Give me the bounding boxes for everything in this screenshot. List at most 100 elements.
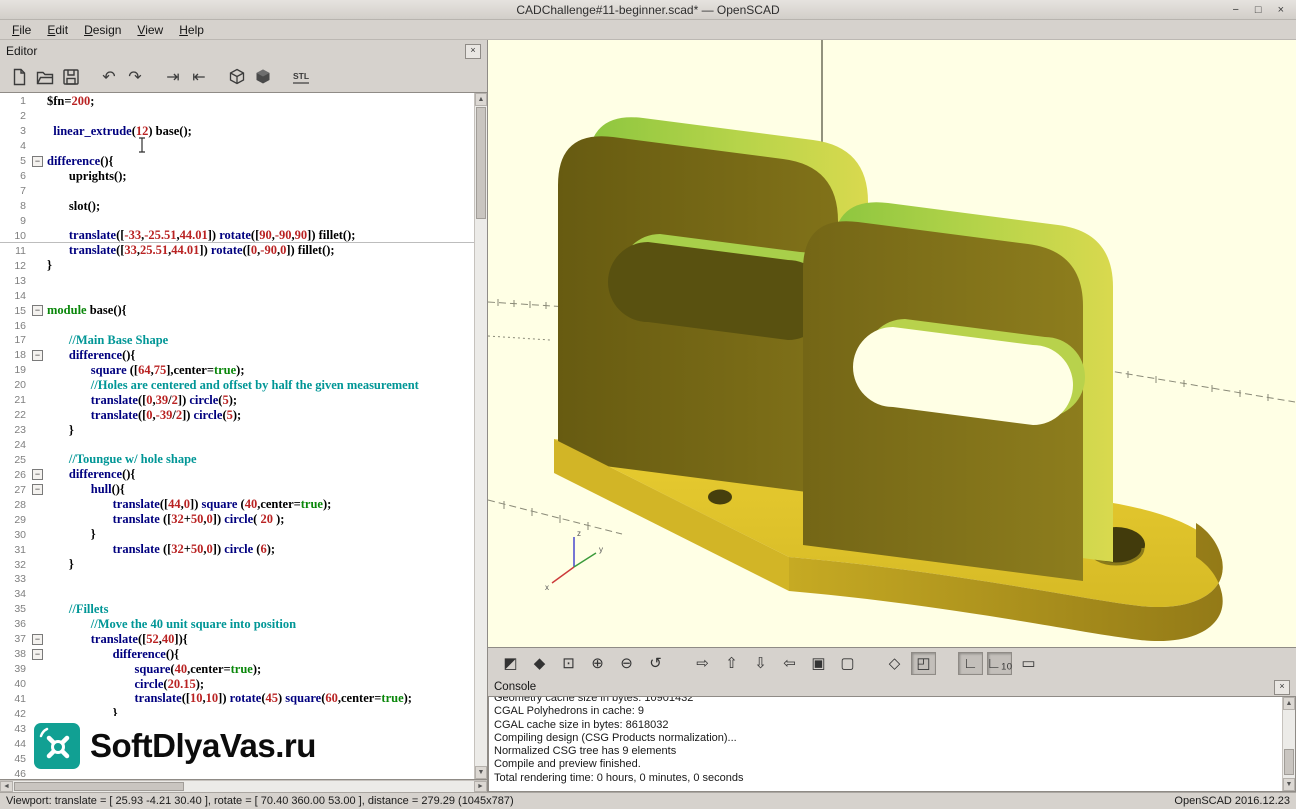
preview-button[interactable]: ◩ [498, 652, 523, 675]
console-lines: Geometry cache size in bytes: 10901432CG… [494, 696, 1279, 785]
open-folder-icon [35, 67, 55, 87]
code-line: 21 translate([0,39/2]) circle(5); [0, 393, 474, 408]
console-scroll-thumb[interactable] [1284, 749, 1294, 775]
line-number: 6 [0, 170, 30, 182]
code-text: } [45, 557, 74, 572]
console-scroll-up-icon[interactable]: ▲ [1283, 697, 1295, 710]
scroll-up-arrow-icon[interactable]: ▲ [475, 93, 487, 106]
code-text: translate([-33,-25.51,44.01]) rotate([90… [45, 228, 355, 243]
line-number: 35 [0, 603, 30, 615]
new-file-button[interactable] [6, 64, 32, 90]
fold-marker[interactable]: − [32, 156, 43, 167]
fold-marker[interactable]: − [32, 649, 43, 660]
menu-edit[interactable]: Edit [39, 22, 76, 38]
code-text: square ([64,75],center=true); [45, 363, 244, 378]
maximize-button[interactable]: □ [1255, 1, 1262, 19]
view-diagonal-button[interactable]: ◇ [882, 652, 907, 675]
menu-design[interactable]: Design [76, 22, 129, 38]
fold-marker[interactable]: − [32, 350, 43, 361]
view-all-button[interactable]: ⊡ [556, 652, 581, 675]
menu-file[interactable]: File [4, 22, 39, 38]
line-number: 23 [0, 424, 30, 436]
code-line: 12} [0, 258, 474, 273]
line-number: 17 [0, 334, 30, 346]
console-scroll-down-icon[interactable]: ▼ [1283, 778, 1295, 791]
show-axes-button[interactable]: ∟ [958, 652, 983, 675]
save-icon [61, 67, 81, 87]
code-line: 16 [0, 318, 474, 333]
code-text: //Holes are centered and offset by half … [45, 378, 419, 393]
code-text: difference(){ [45, 348, 135, 363]
code-line: 22 translate([0,-39/2]) circle(5); [0, 408, 474, 423]
console-line: CGAL cache size in bytes: 8618032 [494, 719, 1279, 732]
scroll-down-arrow-icon[interactable]: ▼ [475, 766, 487, 779]
view-front-button[interactable]: ▣ [806, 652, 831, 675]
code-text: module base(){ [45, 303, 127, 318]
console-close-button[interactable]: × [1274, 680, 1290, 695]
undo-button[interactable]: ↶ [96, 64, 122, 90]
editor-horizontal-scrollbar[interactable]: ◄ ► [0, 780, 487, 792]
scroll-left-arrow-icon[interactable]: ◄ [0, 781, 13, 792]
render-button[interactable] [250, 64, 276, 90]
svg-text:STL: STL [293, 71, 309, 81]
console-scrollbar[interactable]: ▲ ▼ [1282, 697, 1295, 791]
export-stl-button[interactable]: STL [288, 64, 314, 90]
console-title: Console [494, 681, 536, 693]
view-back-button[interactable]: ▢ [835, 652, 860, 675]
save-file-button[interactable] [58, 64, 84, 90]
measure-button[interactable]: ▭ [1016, 652, 1041, 675]
code-text: translate([10,10]) rotate(45) square(60,… [45, 691, 412, 706]
reset-view-button[interactable]: ↺ [643, 652, 668, 675]
scroll-right-arrow-icon[interactable]: ► [474, 781, 487, 792]
model-right-wall [803, 202, 1113, 581]
line-number: 19 [0, 364, 30, 376]
render-button[interactable]: ◆ [527, 652, 552, 675]
menu-view[interactable]: View [129, 22, 171, 38]
indent-button[interactable]: ⇥ [160, 64, 186, 90]
fold-marker[interactable]: − [32, 469, 43, 480]
line-number: 12 [0, 260, 30, 272]
model-base-hole [708, 490, 732, 505]
editor-close-button[interactable]: × [465, 44, 481, 59]
view-top-button[interactable]: ⇧ [719, 652, 744, 675]
code-text: } [45, 258, 52, 273]
code-line: 25 //Toungue w/ hole shape [0, 453, 474, 468]
code-line: 30 } [0, 527, 474, 542]
menu-help[interactable]: Help [171, 22, 212, 38]
code-editor[interactable]: 1$fn=200;23 linear_extrude(12) base();45… [0, 92, 487, 780]
window-title: CADChallenge#11-beginner.scad* — OpenSCA… [0, 3, 1296, 17]
line-number: 21 [0, 394, 30, 406]
code-line: 40 circle(20.15); [0, 677, 474, 692]
view-left-button[interactable]: ⇦ [777, 652, 802, 675]
redo-button[interactable]: ↷ [122, 64, 148, 90]
editor-hscroll-thumb[interactable] [14, 782, 184, 791]
code-line: 41 translate([10,10]) rotate(45) square(… [0, 692, 474, 707]
close-button[interactable]: × [1278, 1, 1284, 19]
zoom-in-button[interactable]: ⊕ [585, 652, 610, 675]
status-bar: Viewport: translate = [ 25.93 -4.21 30.4… [0, 792, 1296, 809]
preview-button[interactable] [224, 64, 250, 90]
viewport-3d[interactable]: z x y [488, 40, 1296, 648]
code-lines: 1$fn=200;23 linear_extrude(12) base();45… [0, 94, 474, 779]
open-file-button[interactable] [32, 64, 58, 90]
fold-marker[interactable]: − [32, 634, 43, 645]
code-line: 14 [0, 288, 474, 303]
perspective-button[interactable]: ◰ [911, 652, 936, 675]
code-line: 29 translate ([32+50,0]) circle( 20 ); [0, 512, 474, 527]
code-line: 31 translate ([32+50,0]) circle (6); [0, 542, 474, 557]
line-number: 9 [0, 215, 30, 227]
zoom-out-button[interactable]: ⊖ [614, 652, 639, 675]
view-bottom-button[interactable]: ⇩ [748, 652, 773, 675]
editor-vertical-scrollbar[interactable]: ▲ ▼ [474, 93, 487, 779]
view-right-button[interactable]: ⇨ [690, 652, 715, 675]
minimize-button[interactable]: − [1232, 1, 1238, 19]
line-number: 31 [0, 544, 30, 556]
show-scale-markers-button[interactable]: ∟₁₀ [987, 652, 1012, 675]
line-number: 26 [0, 469, 30, 481]
unindent-button[interactable]: ⇤ [186, 64, 212, 90]
fold-marker[interactable]: − [32, 484, 43, 495]
editor-vscroll-thumb[interactable] [476, 107, 486, 219]
code-line: 11 translate([33,25.51,44.01]) rotate([0… [0, 243, 474, 258]
fold-marker[interactable]: − [32, 305, 43, 316]
viewport-toolbar: ◩◆⊡⊕⊖↺ ⇨⇧⇩⇦▣▢ ◇◰ ∟∟₁₀▭ [488, 648, 1296, 678]
